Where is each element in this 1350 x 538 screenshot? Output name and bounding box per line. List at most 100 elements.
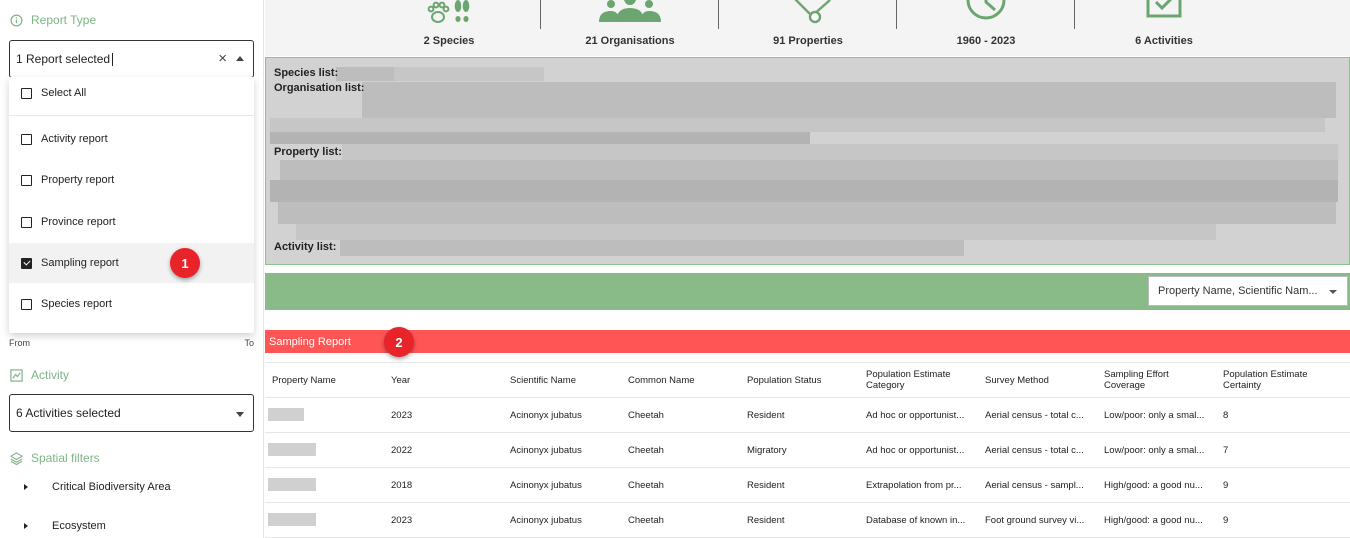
option-species-report[interactable]: Species report xyxy=(9,284,254,324)
cell-population-status: Migratory xyxy=(747,445,787,456)
activity-select[interactable]: 6 Activities selected xyxy=(9,394,254,432)
cell-common-name: Cheetah xyxy=(628,410,664,421)
option-label: Select All xyxy=(41,87,87,99)
option-label: Province report xyxy=(41,216,116,228)
column-header[interactable]: Common Name xyxy=(628,375,695,386)
column-header[interactable]: Population Status xyxy=(747,375,821,386)
column-header[interactable]: Property Name xyxy=(272,375,336,386)
column-header[interactable]: Scientific Name xyxy=(510,375,576,386)
expand-icon[interactable] xyxy=(24,523,28,529)
people-icon xyxy=(599,0,661,22)
expand-icon[interactable] xyxy=(24,484,28,490)
label-text: Property list xyxy=(274,146,339,158)
report-title: Sampling Report xyxy=(269,335,351,348)
column-header[interactable]: Population Estimate Category xyxy=(866,369,976,391)
chart-icon xyxy=(10,368,23,382)
redacted-property-name xyxy=(268,513,316,526)
label-text: Species list xyxy=(274,67,335,79)
stat-years: 1960 - 2023 xyxy=(897,0,1075,56)
report-type-heading: Report Type xyxy=(10,13,96,27)
report-title-bar: Sampling Report xyxy=(265,330,1350,353)
annotation-badge-2: 2 xyxy=(384,327,414,357)
cell-survey-method: Foot ground survey vi... xyxy=(985,515,1085,526)
column-header[interactable]: Sampling Effort Coverage xyxy=(1104,369,1194,391)
tree-item-critical-biodiversity-area[interactable]: Critical Biodiversity Area xyxy=(24,481,171,493)
cell-scientific-name: Acinonyx jubatus xyxy=(510,410,582,421)
cell-common-name: Cheetah xyxy=(628,480,664,491)
organisation-list-label: Organisation list: xyxy=(274,82,365,94)
species-list-label: Species list: xyxy=(274,67,339,79)
redacted-property-name xyxy=(268,478,316,491)
cell-year: 2023 xyxy=(391,410,413,421)
cell-population-status: Resident xyxy=(747,515,785,526)
cell-sampling-effort: Low/poor: only a smal... xyxy=(1104,445,1205,456)
redacted-block xyxy=(340,240,964,256)
property-list-label: Property list: xyxy=(274,146,342,158)
redacted-property-name xyxy=(268,443,316,456)
activity-heading: Activity xyxy=(10,368,69,382)
spatial-heading: Spatial filters xyxy=(10,451,100,465)
column-header[interactable]: Population Estimate Certainty xyxy=(1223,369,1333,391)
cell-scientific-name: Acinonyx jubatus xyxy=(510,480,582,491)
divider xyxy=(9,115,254,116)
stat-species: 2 Species xyxy=(360,0,538,56)
annotation-badge-1: 1 xyxy=(170,248,200,278)
redacted-block xyxy=(278,202,1336,224)
option-property-report[interactable]: Property report xyxy=(9,160,254,200)
chevron-down-icon[interactable] xyxy=(236,412,244,417)
cell-scientific-name: Acinonyx jubatus xyxy=(510,515,582,526)
cell-estimate-category: Ad hoc or opportunist... xyxy=(866,445,965,456)
redacted-block xyxy=(270,118,1325,132)
redacted-block xyxy=(362,82,1336,118)
sort-bar: Property Name, Scientific Nam... xyxy=(265,273,1350,310)
option-select-all[interactable]: Select All xyxy=(9,73,254,113)
stats-strip: 2 Species 21 Organisations 91 Properties… xyxy=(265,0,1350,56)
option-activity-report[interactable]: Activity report xyxy=(9,119,254,159)
redacted-block xyxy=(280,160,1338,180)
column-header[interactable]: Year xyxy=(391,375,410,386)
table-row: 2023 Acinonyx jubatus Cheetah Resident D… xyxy=(265,503,1350,538)
redacted-block xyxy=(270,180,1338,202)
tree-item-ecosystem[interactable]: Ecosystem xyxy=(24,520,106,532)
cell-population-status: Resident xyxy=(747,410,785,421)
cell-estimate-category: Ad hoc or opportunist... xyxy=(866,410,965,421)
chevron-up-icon[interactable] xyxy=(236,56,244,61)
cell-estimate-certainty: 8 xyxy=(1223,410,1229,421)
cell-estimate-category: Extrapolation from pr... xyxy=(866,480,962,491)
stat-label: 91 Properties xyxy=(773,35,843,47)
checkbox[interactable] xyxy=(21,298,32,310)
sort-value: Property Name, Scientific Nam... xyxy=(1158,285,1318,297)
checkbox[interactable] xyxy=(21,87,32,99)
paw-icon xyxy=(427,0,470,23)
network-icon xyxy=(794,0,831,24)
option-province-report[interactable]: Province report xyxy=(9,202,254,242)
stat-label: 2 Species xyxy=(423,35,475,47)
table-row: 2018 Acinonyx jubatus Cheetah Resident E… xyxy=(265,468,1350,503)
sort-select[interactable]: Property Name, Scientific Nam... xyxy=(1148,276,1348,306)
checkbox[interactable] xyxy=(21,133,32,145)
chevron-down-icon[interactable] xyxy=(1329,290,1337,294)
main-content: 2 Species 21 Organisations 91 Properties… xyxy=(265,0,1350,538)
text-cursor xyxy=(112,52,114,66)
cell-year: 2022 xyxy=(391,445,413,456)
stat-label: 1960 - 2023 xyxy=(956,35,1016,47)
clear-icon[interactable]: × xyxy=(218,50,227,68)
checkbox[interactable] xyxy=(21,216,32,228)
cell-year: 2018 xyxy=(391,480,413,491)
layers-icon xyxy=(10,451,23,465)
cell-estimate-category: Database of known in... xyxy=(866,515,966,526)
cell-estimate-certainty: 9 xyxy=(1223,480,1229,491)
report-type-value: 1 Report selected xyxy=(16,52,111,66)
tree-item-label: Critical Biodiversity Area xyxy=(52,481,171,493)
cell-survey-method: Aerial census - sampl... xyxy=(985,480,1084,491)
option-label: Activity report xyxy=(41,133,108,145)
option-label: Species report xyxy=(41,298,112,310)
column-header[interactable]: Survey Method xyxy=(985,375,1049,386)
label-text: Activity list xyxy=(274,241,333,253)
checkbox-checked[interactable] xyxy=(21,257,32,269)
activity-title: Activity xyxy=(31,368,70,382)
stat-organisations: 21 Organisations xyxy=(541,0,719,56)
stat-activities: 6 Activities xyxy=(1075,0,1253,56)
checkbox[interactable] xyxy=(21,174,32,186)
option-sampling-report[interactable]: Sampling report xyxy=(9,243,254,283)
